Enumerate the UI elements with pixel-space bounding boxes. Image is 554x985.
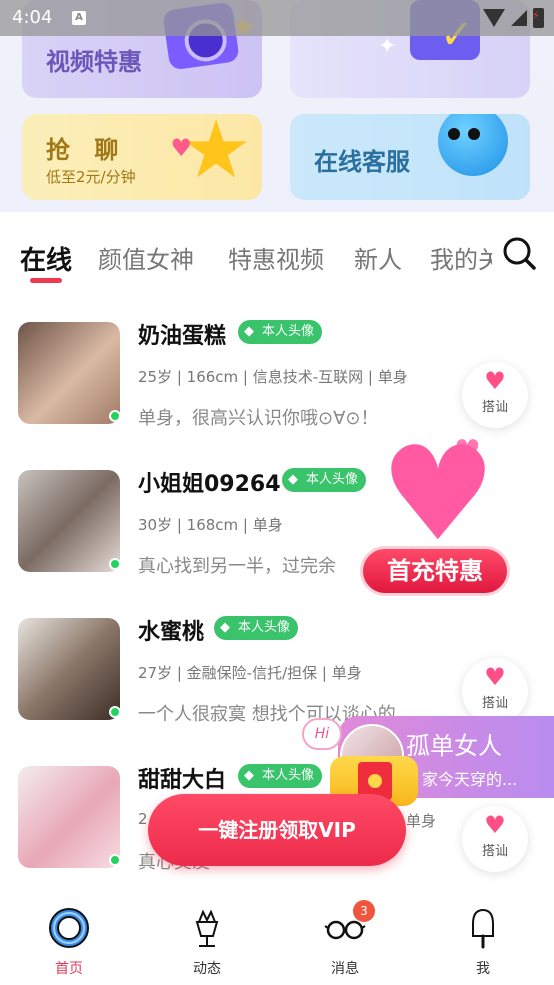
tab-beauty[interactable]: 颜值女神 bbox=[98, 240, 194, 275]
verified-badge: 本人头像 bbox=[214, 616, 299, 640]
nav-messages-label: 消息 bbox=[331, 961, 359, 977]
nav-home[interactable]: 首页 bbox=[29, 906, 109, 978]
user-meta: 25岁 | 166cm | 信息技术-互联网 | 单身 bbox=[138, 368, 408, 386]
online-service-card[interactable]: 在线客服 bbox=[290, 114, 530, 200]
wifi-icon bbox=[483, 9, 505, 27]
first-recharge-promo[interactable]: ♥ ♥ 首充特惠 bbox=[338, 418, 528, 604]
avatar[interactable] bbox=[18, 322, 120, 424]
avatar[interactable] bbox=[18, 618, 120, 720]
video-deal-label: 视频特惠 bbox=[46, 48, 142, 76]
quick-chat-card[interactable]: 抢 聊 低至2元/分钟 ★ ♥ bbox=[22, 114, 262, 200]
greet-label: 搭讪 bbox=[481, 696, 508, 711]
side-card-text: 家今天穿的... bbox=[422, 770, 518, 789]
user-name: 小姐姐09264 bbox=[138, 472, 281, 497]
user-name: 水蜜桃 bbox=[138, 620, 205, 645]
verified-badge: 本人头像 bbox=[238, 320, 323, 344]
nav-messages[interactable]: 3 消息 bbox=[305, 900, 385, 978]
greet-button[interactable]: ♥ 搭讪 bbox=[462, 806, 528, 872]
register-vip-button[interactable]: 一键注册领取VIP bbox=[148, 794, 406, 866]
avatar[interactable] bbox=[18, 766, 120, 868]
online-indicator bbox=[109, 558, 121, 570]
heart-icon: ♥ bbox=[484, 663, 506, 691]
home-lifebuoy-icon bbox=[49, 908, 89, 948]
hi-bubble: Hi bbox=[302, 718, 342, 750]
quick-chat-label: 抢 聊 bbox=[46, 136, 127, 164]
search-icon[interactable] bbox=[502, 236, 536, 270]
popsicle-profile-icon bbox=[472, 908, 494, 949]
online-indicator bbox=[109, 706, 121, 718]
tab-following[interactable]: 我的关 bbox=[430, 240, 492, 275]
category-tabs: 在线 颜值女神 特惠视频 新人 我的关 bbox=[0, 212, 554, 292]
unread-badge: 3 bbox=[353, 900, 375, 922]
notification-a-icon: A bbox=[72, 11, 86, 25]
user-meta-status: 单身 bbox=[406, 812, 437, 830]
tab-online[interactable]: 在线 bbox=[20, 240, 72, 277]
status-time: 4:04 bbox=[12, 7, 53, 28]
user-meta: 2 bbox=[138, 810, 148, 828]
user-name: 甜甜大白 bbox=[138, 768, 227, 793]
tab-video-deals[interactable]: 特惠视频 bbox=[228, 240, 324, 275]
user-bio: 单身，很高兴认识你哦⊙∀⊙！ bbox=[138, 408, 379, 429]
nav-profile[interactable]: 我 bbox=[443, 906, 523, 978]
heart-icon: ♥ bbox=[170, 134, 192, 162]
greet-label: 搭讪 bbox=[481, 844, 508, 859]
user-bio: 真心找到另一半，过完余 bbox=[138, 556, 336, 577]
greet-button[interactable]: ♥ 搭讪 bbox=[462, 658, 528, 724]
heart-icon: ♥ bbox=[484, 367, 506, 395]
user-meta: 27岁 | 金融保险-信托/担保 | 单身 bbox=[138, 664, 362, 682]
nav-moments-label: 动态 bbox=[193, 961, 221, 977]
online-indicator bbox=[109, 410, 121, 422]
verified-badge: 本人头像 bbox=[238, 764, 323, 788]
signal-icon bbox=[511, 10, 527, 26]
bubble-mascot-icon bbox=[438, 114, 508, 176]
active-tab-indicator bbox=[30, 278, 62, 283]
user-meta: 30岁 | 168cm | 单身 bbox=[138, 516, 283, 534]
ice-cream-trend-icon bbox=[195, 909, 219, 947]
online-service-label: 在线客服 bbox=[314, 148, 410, 176]
nav-home-label: 首页 bbox=[55, 961, 83, 977]
avatar[interactable] bbox=[18, 470, 120, 572]
tab-newcomers[interactable]: 新人 bbox=[354, 240, 402, 275]
online-indicator bbox=[109, 854, 121, 866]
side-card-title: 孤单女人 bbox=[406, 732, 502, 760]
nav-profile-label: 我 bbox=[476, 961, 490, 977]
greet-label: 搭讪 bbox=[481, 400, 508, 415]
user-name: 奶油蛋糕 bbox=[138, 324, 227, 349]
heart-icon: ♥ bbox=[484, 811, 506, 839]
first-recharge-button[interactable]: 首充特惠 bbox=[360, 546, 510, 596]
status-bar: 4:04 A bbox=[0, 0, 554, 36]
quick-chat-subtitle: 低至2元/分钟 bbox=[46, 168, 136, 186]
sparkle-icon: ✦ bbox=[378, 34, 397, 59]
nav-moments[interactable]: 动态 bbox=[167, 906, 247, 978]
heart-mascot-icon: ♥ bbox=[379, 418, 497, 570]
battery-charging-icon bbox=[532, 8, 544, 28]
bottom-navigation: 首页 动态 3 消息 我 bbox=[0, 888, 554, 985]
